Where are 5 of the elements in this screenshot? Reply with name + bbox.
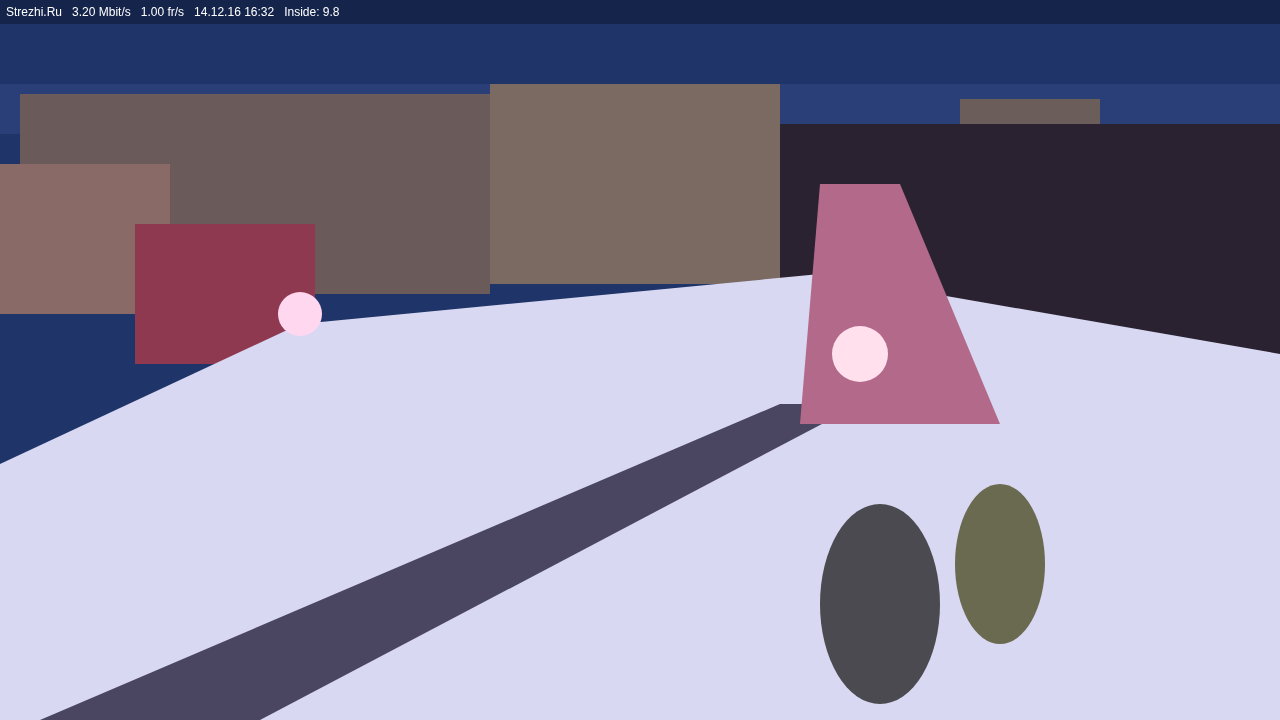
status-text: 3.20 Mbit/s — [72, 5, 131, 19]
status-text: 1.00 fr/s — [140, 5, 185, 19]
status-text: Inside: 9.8 — [284, 5, 340, 19]
status-text: Strezhi.Ru — [6, 5, 63, 19]
status-text: 14.12.16 16:32 — [194, 5, 275, 19]
